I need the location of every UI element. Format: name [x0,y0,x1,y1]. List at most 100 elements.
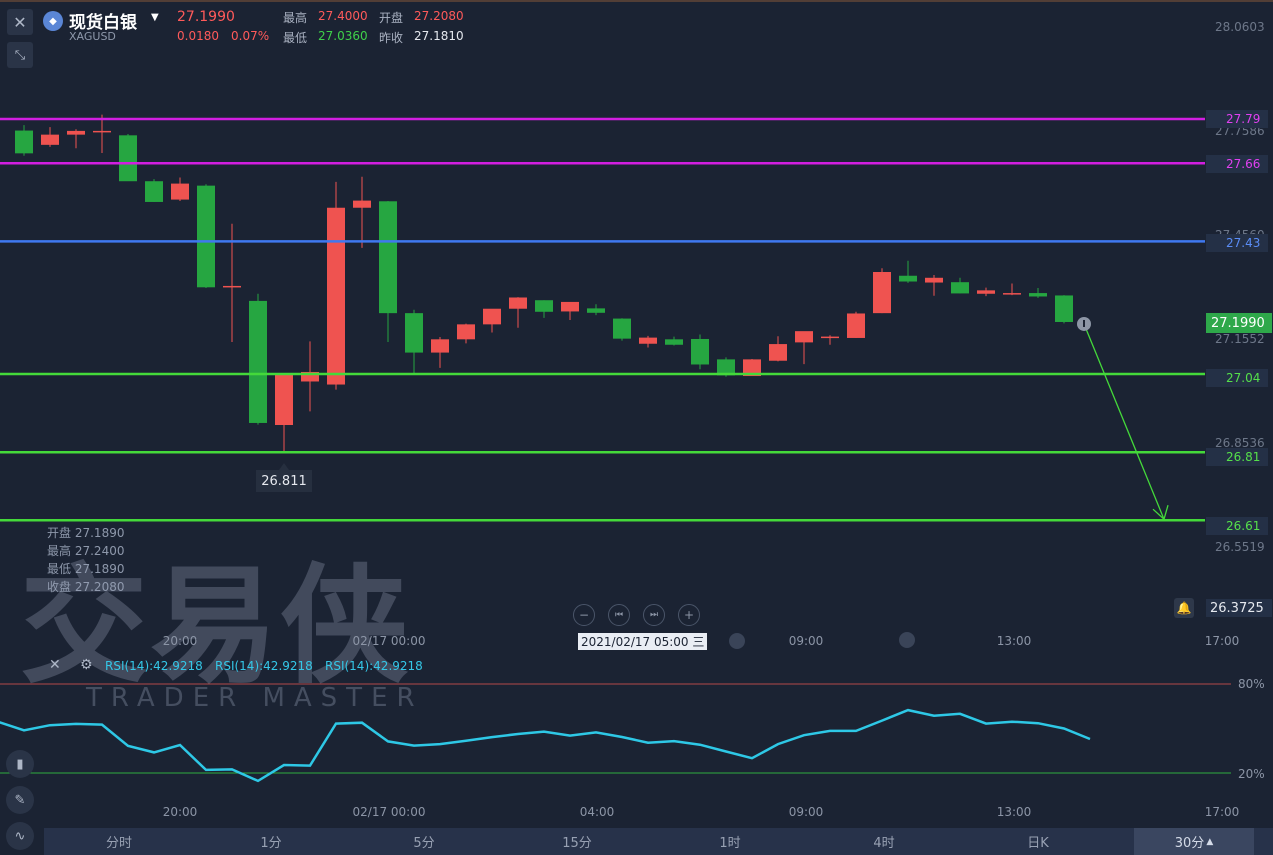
silver-coin-icon: ◆ [43,11,63,31]
high-label: 最高 [283,11,308,25]
info-icon-glyph [1083,319,1085,327]
candle-body [353,200,371,208]
candle-body [379,201,397,314]
crosshair-handle[interactable] [729,633,745,649]
tab-4hour[interactable]: 4时 [873,828,894,855]
zoom-out-icon[interactable]: − [573,604,595,626]
candle-body [977,290,995,294]
candle-body [223,285,241,288]
candle-body [613,318,631,339]
tab-15min[interactable]: 15分 [562,828,592,855]
time-label: 02/17 00:00 [352,634,426,648]
candle-body [249,300,267,423]
pencil-icon[interactable]: ✎ [6,786,34,814]
caret-up-icon: ▲ [1206,836,1214,847]
last-price: 27.1990 [177,9,235,25]
low-value: 27.0360 [318,29,368,43]
step-back-icon[interactable]: ⏮ [608,604,630,626]
candle-body [899,275,917,282]
indicator-icon[interactable]: ∿ [6,822,34,850]
symbol-code: XAGUSD [69,30,116,43]
tab-timeshare[interactable]: 分时 [106,828,132,855]
high-value: 27.4000 [318,9,368,23]
close-icon[interactable]: ✕ [7,9,33,35]
tab-5min[interactable]: 5分 [413,828,434,855]
zoom-in-icon[interactable]: + [678,604,700,626]
candle-body [457,324,475,340]
level-tag[interactable]: 27.04 [1206,369,1268,387]
rsi-line [0,708,1091,783]
time-label: 20:00 [162,634,198,648]
candle-body [665,339,683,345]
tab-1hour[interactable]: 1时 [719,828,740,855]
rsi-time-label: 09:00 [788,805,824,819]
caret-down-icon[interactable]: ▼ [151,12,159,23]
watermark-subtext: TRADER MASTER [86,683,424,713]
tab-1min[interactable]: 1分 [260,828,281,855]
candle-body [873,272,891,314]
trading-chart-app: ✕ ⤡ ◆ 现货白银 ▼ XAGUSD 27.1990 0.0180 0.07%… [0,0,1273,855]
rsi-level-80: 80% [1238,677,1265,691]
rsi-time-label: 17:00 [1204,805,1240,819]
candle-body [925,277,943,283]
rsi-time-label: 02/17 00:00 [352,805,426,819]
rsi-label: RSI(14):42.9218 [105,659,203,673]
candle-body [795,331,813,343]
price-tick: 27.1552 [1215,332,1265,346]
crosshair-date: 2021/02/17 05:00 三 [578,633,708,650]
candle-body [15,130,33,154]
rsi-time-label: 04:00 [579,805,615,819]
rsi-time-label: 20:00 [162,805,198,819]
rsi-level-20: 20% [1238,767,1265,781]
candle-body [93,130,111,133]
projection-arrow [1083,323,1165,520]
level-tag[interactable]: 27.43 [1206,234,1268,252]
price-chart[interactable] [0,0,1273,855]
prev-close-value: 27.1810 [414,29,464,43]
open-label: 开盘 [379,11,404,25]
candle-body [821,336,839,339]
open-value: 27.2080 [414,9,464,23]
candle-body [483,308,501,325]
alarm-price[interactable]: 26.3725 [1206,599,1272,617]
level-tag[interactable]: 27.66 [1206,155,1268,173]
candle-body [197,185,215,288]
watermark-logo: 交易侠 [20,552,411,701]
candle-body [587,308,605,313]
candle-body [535,300,553,312]
collapse-arrows-icon[interactable]: ⤡ [7,42,33,68]
candle-body [769,344,787,361]
candle-body [145,181,163,202]
candle-body [639,337,657,344]
rsi-label: RSI(14):42.9218 [215,659,313,673]
timeframe-bar [44,828,1273,855]
bell-icon[interactable]: 🔔 [1174,598,1194,618]
tab-daily[interactable]: 日K [1027,828,1049,855]
candlestick-icon[interactable]: ▮ [6,750,34,778]
price-tick: 26.5519 [1215,540,1265,554]
candle-body [67,130,85,135]
candle-body [431,339,449,353]
rsi-label: RSI(14):42.9218 [325,659,423,673]
candle-body [1055,295,1073,322]
tab-30min[interactable]: 30分 ▲ [1134,828,1254,855]
candle-body [561,301,579,312]
settings-icon[interactable]: ⚙ [80,657,93,673]
level-tag[interactable]: 26.61 [1206,517,1268,535]
candle-body [405,313,423,353]
low-annotation-pointer [279,463,289,470]
current-price-tag: 27.1990 [1206,313,1272,333]
time-label: 17:00 [1204,634,1240,648]
candle-body [951,282,969,294]
low-annotation: 26.811 [256,470,312,492]
level-tag[interactable]: 27.79 [1206,110,1268,128]
low-label: 最低 [283,31,308,45]
candle-body [41,134,59,145]
candle-body [509,297,527,309]
close-indicator-icon[interactable]: ✕ [49,657,61,673]
candle-body [171,183,189,200]
step-forward-icon[interactable]: ⏭ [643,604,665,626]
time-label: 09:00 [788,634,824,648]
level-tag[interactable]: 26.81 [1206,448,1268,466]
crosshair-handle[interactable] [899,632,915,648]
